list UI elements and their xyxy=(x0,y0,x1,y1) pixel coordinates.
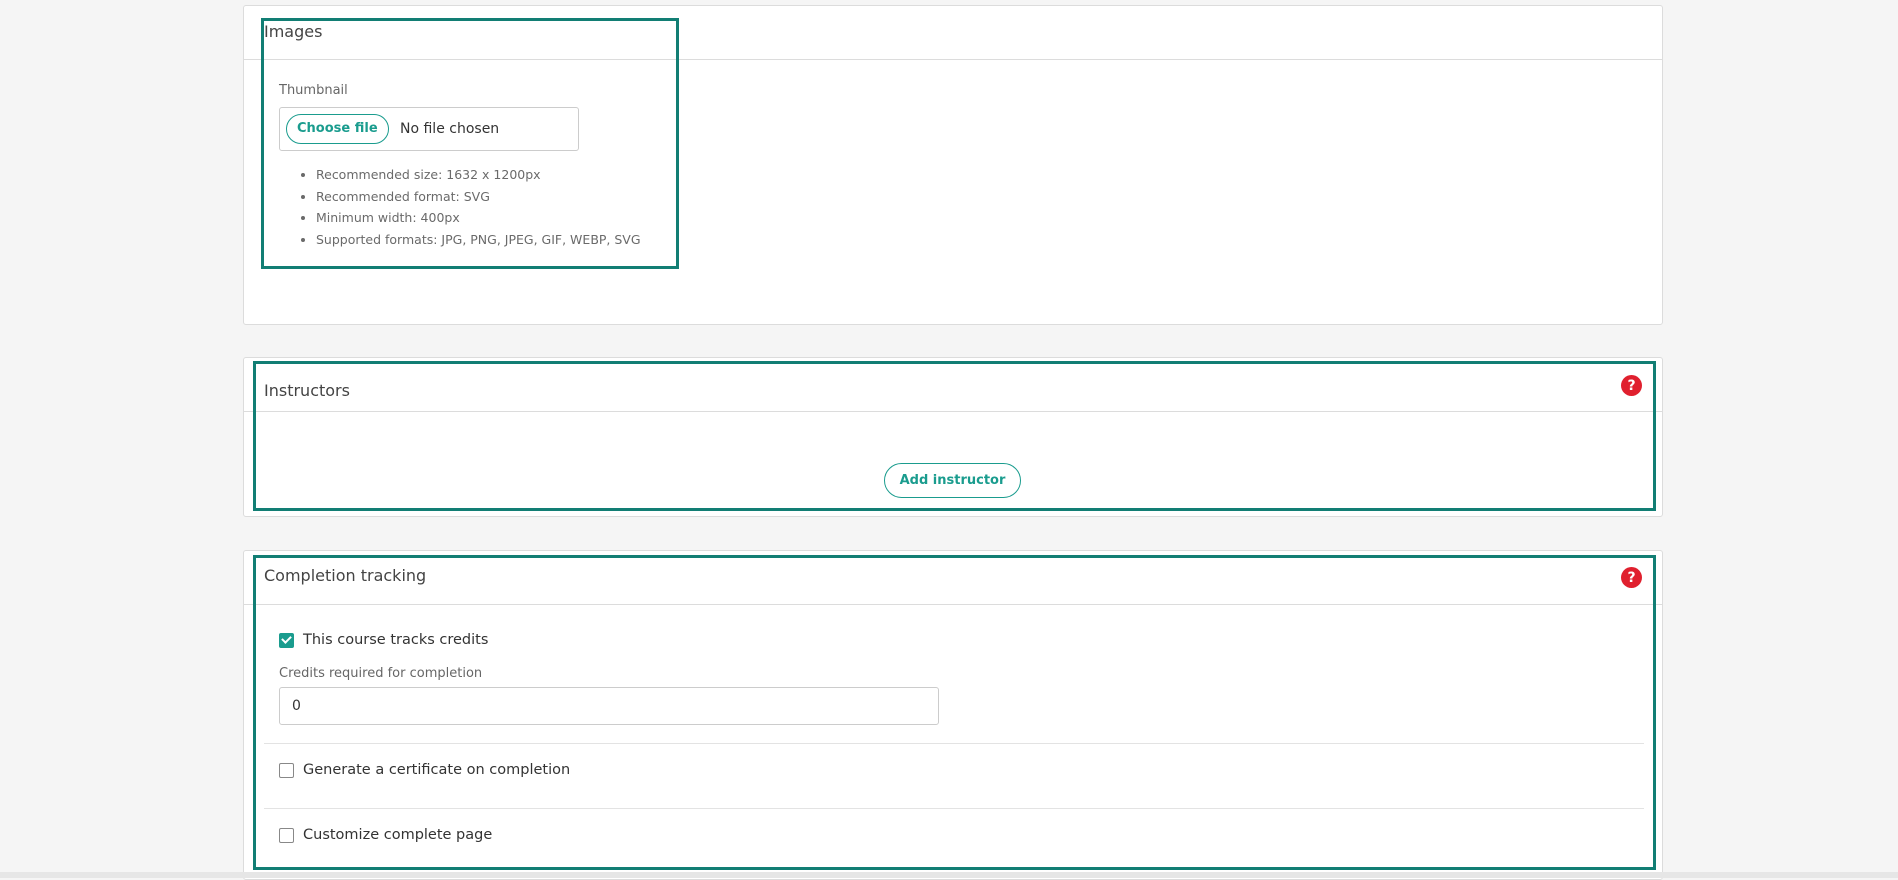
instructors-help-icon[interactable]: ? xyxy=(1621,375,1642,396)
hint-item: Minimum width: 400px xyxy=(316,207,641,229)
hint-item: Supported formats: JPG, PNG, JPEG, GIF, … xyxy=(316,229,641,251)
customize-page-row[interactable]: Customize complete page xyxy=(279,827,492,843)
divider xyxy=(264,743,1644,744)
thumbnail-file-input[interactable]: Choose file No file chosen xyxy=(279,107,579,151)
images-panel-title: Images xyxy=(264,22,323,41)
no-file-chosen-text: No file chosen xyxy=(400,121,500,137)
instructors-panel-title: Instructors xyxy=(264,381,350,400)
images-panel: Images Thumbnail Choose file No file cho… xyxy=(243,5,1663,325)
completion-panel-title: Completion tracking xyxy=(264,566,427,585)
completion-tracking-panel: Completion tracking ? This course tracks… xyxy=(243,550,1663,880)
customize-page-checkbox[interactable] xyxy=(279,827,294,843)
certificate-label: Generate a certificate on completion xyxy=(303,762,571,778)
tracks-credits-label: This course tracks credits xyxy=(303,632,489,648)
completion-panel-header: Completion tracking ? xyxy=(244,551,1662,605)
images-panel-header: Images xyxy=(244,6,1662,60)
instructors-panel: Instructors ? Add instructor xyxy=(243,357,1663,517)
certificate-checkbox[interactable] xyxy=(279,762,294,778)
thumbnail-hints-list: Recommended size: 1632 x 1200px Recommen… xyxy=(286,164,641,250)
instructors-panel-header: Instructors ? xyxy=(244,358,1662,412)
divider xyxy=(264,808,1644,809)
tracks-credits-row[interactable]: This course tracks credits xyxy=(279,632,488,648)
thumbnail-label: Thumbnail xyxy=(279,83,348,98)
certificate-row[interactable]: Generate a certificate on completion xyxy=(279,762,570,778)
hint-item: Recommended format: SVG xyxy=(316,186,641,208)
bottom-edge xyxy=(0,872,1898,878)
add-instructor-button[interactable]: Add instructor xyxy=(884,463,1021,498)
credits-required-input[interactable] xyxy=(279,687,939,725)
hint-item: Recommended size: 1632 x 1200px xyxy=(316,164,641,186)
customize-page-label: Customize complete page xyxy=(303,827,493,843)
choose-file-button[interactable]: Choose file xyxy=(286,114,389,144)
tracks-credits-checkbox[interactable] xyxy=(279,632,294,648)
credits-required-label: Credits required for completion xyxy=(279,666,483,681)
completion-help-icon[interactable]: ? xyxy=(1621,567,1642,588)
checkmark-icon xyxy=(281,633,292,644)
